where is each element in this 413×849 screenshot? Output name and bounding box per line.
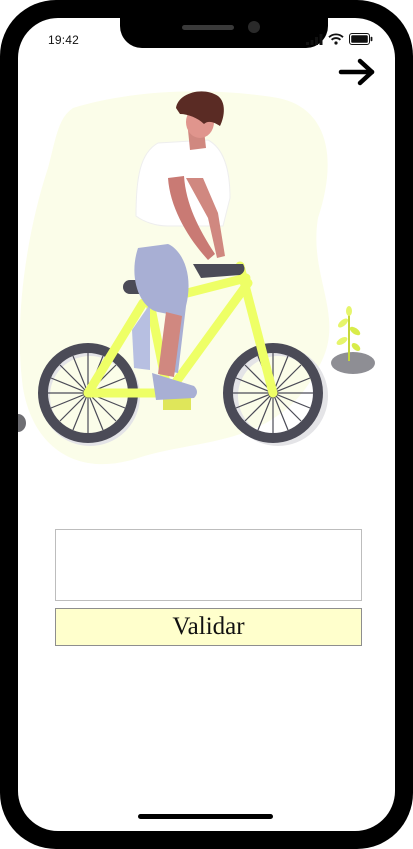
code-input[interactable] xyxy=(55,529,362,601)
app-screen: 19:42 Validar xyxy=(18,18,395,831)
signal-icon xyxy=(306,33,323,45)
home-indicator xyxy=(138,814,273,819)
left-rock xyxy=(18,414,26,432)
battery-icon xyxy=(349,33,373,45)
phone-frame: 19:42 Validar xyxy=(0,0,413,849)
wifi-icon xyxy=(328,33,344,45)
validate-button[interactable]: Validar xyxy=(55,608,362,646)
speaker-grille xyxy=(182,25,234,30)
status-icons xyxy=(306,33,373,45)
front-camera xyxy=(248,21,260,33)
person-riding-bicycle-illustration xyxy=(18,91,375,465)
status-time: 19:42 xyxy=(48,33,80,47)
plant xyxy=(331,306,375,374)
phone-notch xyxy=(120,18,328,48)
